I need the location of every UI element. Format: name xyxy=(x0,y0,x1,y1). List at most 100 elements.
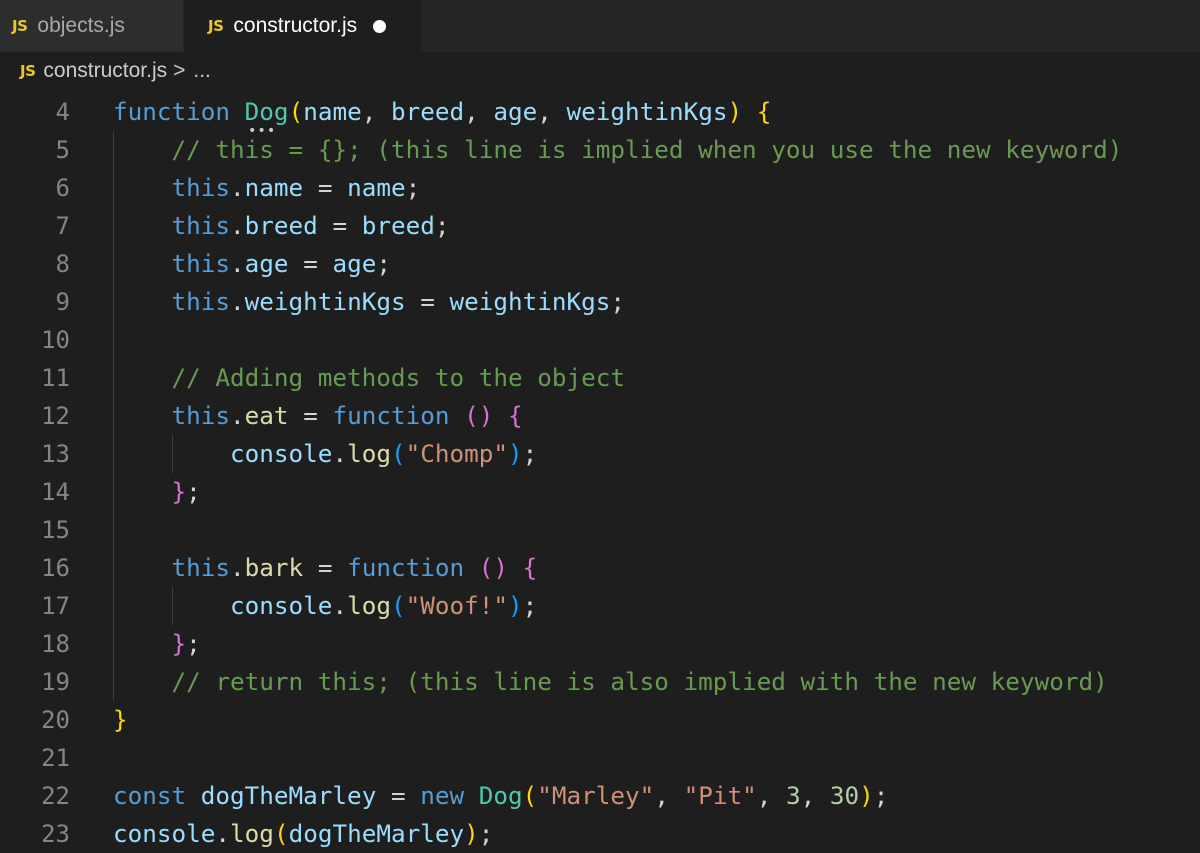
code-text: this.name = name; xyxy=(113,169,421,207)
code-token: . xyxy=(230,401,245,430)
code-text: // return this; (this line is also impli… xyxy=(113,663,1108,701)
code-line[interactable]: 22 const dogTheMarley = new Dog("Marley",… xyxy=(0,777,1200,815)
code-token: } xyxy=(113,705,128,734)
code-text: function Dog(name, breed, age, weightinK… xyxy=(113,93,771,131)
code-line[interactable]: 10 xyxy=(0,321,1200,359)
code-token: // this = {}; (this line is implied when… xyxy=(171,135,1123,164)
code-text: this.breed = breed; xyxy=(113,207,450,245)
code-token: this xyxy=(171,211,231,240)
code-token: ) xyxy=(508,591,523,620)
code-token: , xyxy=(464,97,494,126)
code-token: ; xyxy=(434,211,450,240)
unsaved-changes-dot-icon[interactable] xyxy=(373,19,387,33)
code-token: ; xyxy=(405,173,421,202)
code-token: new xyxy=(420,781,465,810)
code-token: ; xyxy=(478,819,494,848)
javascript-file-icon: JS xyxy=(20,62,36,80)
code-token: ) xyxy=(859,781,874,810)
code-token: name xyxy=(244,173,304,202)
chevron-right-icon: > xyxy=(173,59,186,82)
code-line[interactable]: 21 xyxy=(0,739,1200,777)
code-line[interactable]: 7 this.breed = breed; xyxy=(0,207,1200,245)
code-token: ; xyxy=(610,287,626,316)
code-token: this xyxy=(171,249,231,278)
code-token: 30 xyxy=(829,781,860,810)
code-token: = xyxy=(303,173,348,202)
code-text: console.log(dogTheMarley); xyxy=(113,815,493,853)
javascript-file-icon: JS xyxy=(208,17,224,35)
code-token: } xyxy=(171,629,187,658)
code-line[interactable]: 13 console.log("Chomp"); xyxy=(0,435,1200,473)
tab-objects-js[interactable]: JS objects.js xyxy=(0,0,184,52)
code-token: // Adding methods to the object xyxy=(171,363,625,392)
code-line[interactable]: 11 // Adding methods to the object xyxy=(0,359,1200,397)
code-token: ( xyxy=(288,97,304,126)
code-token: () xyxy=(464,401,494,430)
code-line[interactable]: 19 // return this; (this line is also im… xyxy=(0,663,1200,701)
line-number: 15 xyxy=(41,516,70,544)
code-line[interactable]: 23 console.log(dogTheMarley); xyxy=(0,815,1200,853)
tab-label: constructor.js xyxy=(233,14,358,37)
code-line[interactable]: 12 this.eat = function () { xyxy=(0,397,1200,435)
code-token: age xyxy=(244,249,289,278)
code-line[interactable]: 9 this.weightinKgs = weightinKgs; xyxy=(0,283,1200,321)
code-line[interactable]: 8 this.age = age; xyxy=(0,245,1200,283)
code-editor[interactable]: ••• 4 function Dog(name, breed, age, weig… xyxy=(0,93,1200,853)
code-text: console.log("Woof!"); xyxy=(113,587,537,625)
line-number: 4 xyxy=(55,98,70,126)
code-token: ( xyxy=(522,781,538,810)
code-token: , xyxy=(361,97,391,126)
code-token: , xyxy=(800,781,830,810)
code-token: // return this; (this line is also impli… xyxy=(171,667,1108,696)
breadcrumb-symbols[interactable]: ... xyxy=(193,59,211,83)
code-token: console xyxy=(113,819,216,848)
code-token: ; xyxy=(376,249,391,278)
code-line[interactable]: 4 function Dog(name, breed, age, weightin… xyxy=(0,93,1200,131)
code-token: function xyxy=(332,401,450,430)
line-number: 8 xyxy=(55,250,70,278)
code-token: . xyxy=(230,287,245,316)
breadcrumb-file[interactable]: constructor.js xyxy=(43,59,167,83)
code-line[interactable]: 5 // this = {}; (this line is implied wh… xyxy=(0,131,1200,169)
code-line[interactable]: 6 this.name = name; xyxy=(0,169,1200,207)
code-line[interactable]: 14 }; xyxy=(0,473,1200,511)
line-number: 11 xyxy=(41,364,70,392)
line-number: 12 xyxy=(41,402,70,430)
code-line[interactable]: 17 console.log("Woof!"); xyxy=(0,587,1200,625)
code-line[interactable]: 16 this.bark = function () { xyxy=(0,549,1200,587)
code-text: }; xyxy=(113,473,201,511)
code-token: name xyxy=(303,97,362,126)
line-number: 19 xyxy=(41,668,70,696)
code-token: { xyxy=(756,97,772,126)
code-line[interactable]: 18 }; xyxy=(0,625,1200,663)
tab-constructor-js[interactable]: JS constructor.js xyxy=(184,0,421,52)
code-text: this.age = age; xyxy=(113,245,391,283)
code-token: weightinKgs xyxy=(244,287,406,316)
code-token: ) xyxy=(464,819,479,848)
code-token: ; xyxy=(522,439,538,468)
line-number: 18 xyxy=(41,630,70,658)
code-token: console xyxy=(230,439,333,468)
code-token: this xyxy=(171,173,231,202)
code-token: . xyxy=(215,819,231,848)
code-line[interactable]: 15 xyxy=(0,511,1200,549)
code-token: eat xyxy=(244,401,289,430)
code-token: const xyxy=(113,781,187,810)
code-line[interactable]: 20} xyxy=(0,701,1200,739)
line-number: 23 xyxy=(41,820,70,848)
code-text: const dogTheMarley = new Dog("Marley", "… xyxy=(113,777,888,815)
line-number: 17 xyxy=(41,592,70,620)
line-number: 7 xyxy=(55,212,70,240)
code-token: , xyxy=(537,97,567,126)
code-token: "Marley" xyxy=(537,781,655,810)
code-token: ( xyxy=(390,591,406,620)
